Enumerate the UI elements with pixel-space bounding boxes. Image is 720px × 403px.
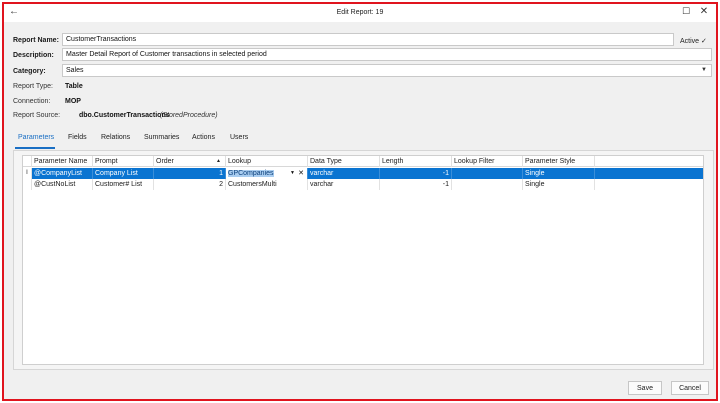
cell-parameter-name[interactable]: @CustNoList (32, 179, 93, 190)
column-header-order-label: Order (156, 158, 174, 165)
category-label: Category: (13, 68, 46, 75)
tab-parameters[interactable]: Parameters (18, 134, 54, 141)
save-button[interactable]: Save (628, 381, 662, 395)
cell-lookup[interactable]: CustomersMulti (226, 179, 308, 190)
chevron-down-icon: ▼ (701, 67, 707, 73)
grid-header: Parameter Name Prompt Order ▲ Lookup Dat… (23, 156, 703, 167)
category-select[interactable]: Sales ▼ (62, 64, 712, 77)
row-header-column (23, 156, 32, 167)
edit-report-window: ← Edit Report: 19 ☐ ✕ Report Name: Custo… (2, 2, 718, 401)
column-header-parameter-name[interactable]: Parameter Name (32, 156, 93, 167)
description-input[interactable]: Master Detail Report of Customer transac… (62, 48, 712, 61)
cell-data-type[interactable]: varchar (308, 179, 380, 190)
description-label: Description: (13, 52, 54, 59)
column-header-lookup[interactable]: Lookup (226, 156, 308, 167)
active-label: Active (680, 38, 700, 45)
cancel-button[interactable]: Cancel (671, 381, 709, 395)
parameters-grid: Parameter Name Prompt Order ▲ Lookup Dat… (22, 155, 704, 365)
dropdown-arrow-icon[interactable]: ▼ (290, 170, 295, 176)
title-bar: ← Edit Report: 19 ☐ ✕ (4, 4, 716, 22)
tab-summaries[interactable]: Summaries (144, 134, 179, 141)
tab-users[interactable]: Users (230, 134, 248, 141)
cell-length[interactable]: -1 (380, 168, 452, 179)
cell-prompt[interactable]: Company List (93, 168, 154, 179)
tab-actions[interactable]: Actions (192, 134, 215, 141)
row-edit-marker: I (23, 168, 32, 179)
parameters-panel: Parameter Name Prompt Order ▲ Lookup Dat… (13, 150, 714, 370)
cell-order[interactable]: 1 (154, 168, 226, 179)
lookup-editor-value[interactable]: GPCompanies (228, 170, 274, 177)
selected-tab-underline (15, 147, 55, 149)
cell-lookup-editor[interactable]: GPCompanies ▼ ✕ (226, 168, 308, 179)
report-name-input[interactable]: CustomerTransactions (62, 33, 674, 46)
window-title: Edit Report: 19 (336, 9, 384, 16)
tab-relations[interactable]: Relations (101, 134, 130, 141)
close-icon[interactable]: ✕ (698, 6, 710, 17)
table-row[interactable]: I @CompanyList Company List 1 GPCompanie… (23, 168, 703, 179)
report-source-value: dbo.CustomerTransactions (79, 112, 170, 119)
report-type-value: Table (65, 83, 83, 90)
cell-parameter-name[interactable]: @CompanyList (32, 168, 93, 179)
cell-data-type[interactable]: varchar (308, 168, 380, 179)
column-header-lookup-filter[interactable]: Lookup Filter (452, 156, 523, 167)
active-toggle[interactable]: Active ✓ (680, 37, 707, 45)
cell-order[interactable]: 2 (154, 179, 226, 190)
table-row[interactable]: @CustNoList Customer# List 2 CustomersMu… (23, 179, 703, 190)
sort-ascending-icon: ▲ (216, 158, 221, 164)
column-header-order[interactable]: Order ▲ (154, 156, 226, 167)
report-source-kind: (StoredProcedure) (160, 112, 218, 119)
cell-parameter-style[interactable]: Single (523, 168, 595, 179)
category-value: Sales (66, 67, 84, 74)
tab-fields[interactable]: Fields (68, 134, 87, 141)
column-header-prompt[interactable]: Prompt (93, 156, 154, 167)
check-icon: ✓ (701, 38, 707, 45)
cell-length[interactable]: -1 (380, 179, 452, 190)
report-source-label: Report Source: (13, 112, 61, 119)
maximize-icon[interactable]: ☐ (680, 6, 692, 17)
row-edit-marker (23, 179, 32, 190)
connection-value: MOP (65, 98, 81, 105)
column-header-parameter-style[interactable]: Parameter Style (523, 156, 595, 167)
cell-parameter-style[interactable]: Single (523, 179, 595, 190)
connection-label: Connection: (13, 98, 51, 105)
column-header-length[interactable]: Length (380, 156, 452, 167)
report-name-label: Report Name: (13, 37, 59, 44)
clear-icon[interactable]: ✕ (298, 169, 304, 177)
column-header-data-type[interactable]: Data Type (308, 156, 380, 167)
cell-lookup-filter[interactable] (452, 179, 523, 190)
cell-prompt[interactable]: Customer# List (93, 179, 154, 190)
report-type-label: Report Type: (13, 83, 53, 90)
cell-lookup-filter[interactable] (452, 168, 523, 179)
